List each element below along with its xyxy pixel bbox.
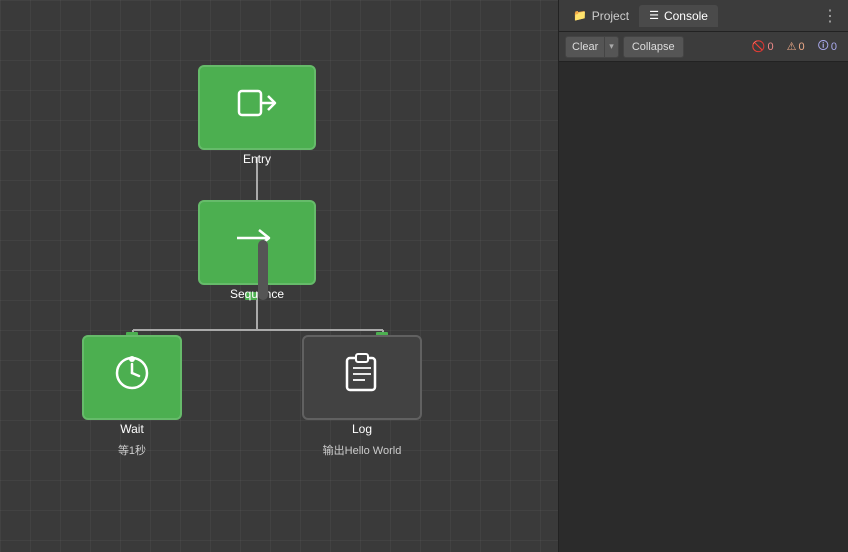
tab-project[interactable]: 📁 Project: [563, 5, 639, 27]
behavior-tree-canvas[interactable]: Entry Sequence Wait: [0, 0, 558, 552]
collapse-button[interactable]: Collapse: [623, 36, 684, 58]
canvas-scrollbar[interactable]: [258, 240, 268, 300]
log-icon: [343, 352, 381, 399]
sequence-label: Sequence: [230, 287, 284, 301]
info-badge[interactable]: 🛈 0: [813, 36, 842, 57]
info-icon: 🛈: [818, 37, 829, 56]
entry-label: Entry: [243, 152, 271, 166]
warn-count: 0: [799, 41, 805, 53]
wait-label: Wait: [120, 422, 144, 436]
tab-project-label: Project: [592, 9, 629, 23]
log-label: Log: [352, 422, 372, 436]
panel-tabs: 📁 Project ☰ Console ⋮: [559, 0, 848, 32]
clear-arrow[interactable]: ▾: [604, 37, 618, 57]
log-sublabel: 输出Hello World: [323, 442, 402, 458]
right-panel: 📁 Project ☰ Console ⋮ Clear ▾ Collapse 🚫…: [558, 0, 848, 552]
sequence-node[interactable]: Sequence: [198, 200, 316, 301]
clear-button[interactable]: Clear ▾: [565, 36, 619, 58]
collapse-label: Collapse: [632, 41, 675, 53]
wait-node-box[interactable]: [82, 335, 182, 420]
warn-badge[interactable]: ⚠ 0: [782, 39, 810, 54]
console-content[interactable]: [559, 62, 848, 552]
tab-console[interactable]: ☰ Console: [639, 5, 718, 27]
warn-icon: ⚠: [787, 40, 797, 53]
panel-more-button[interactable]: ⋮: [816, 2, 844, 30]
tab-console-label: Console: [664, 9, 708, 23]
wait-node[interactable]: Wait 等1秒: [82, 335, 182, 436]
info-count: 0: [831, 41, 837, 53]
entry-icon: [237, 83, 277, 128]
sequence-icon: [237, 223, 277, 258]
wait-sublabel: 等1秒: [118, 442, 146, 458]
error-badge[interactable]: 🚫 0: [747, 39, 779, 54]
folder-icon: 📁: [573, 9, 587, 22]
error-icon: 🚫: [752, 40, 766, 53]
log-node-box[interactable]: [302, 335, 422, 420]
wait-icon: [113, 354, 151, 397]
clear-label: Clear: [566, 41, 604, 53]
error-count: 0: [768, 41, 774, 53]
console-toolbar: Clear ▾ Collapse 🚫 0 ⚠ 0 🛈 0: [559, 32, 848, 62]
entry-node[interactable]: Entry: [198, 65, 316, 166]
sequence-node-box[interactable]: [198, 200, 316, 285]
console-badges: 🚫 0 ⚠ 0 🛈 0: [747, 36, 842, 57]
entry-node-box[interactable]: [198, 65, 316, 150]
console-icon: ☰: [649, 9, 659, 22]
log-node[interactable]: Log 输出Hello World: [302, 335, 422, 436]
